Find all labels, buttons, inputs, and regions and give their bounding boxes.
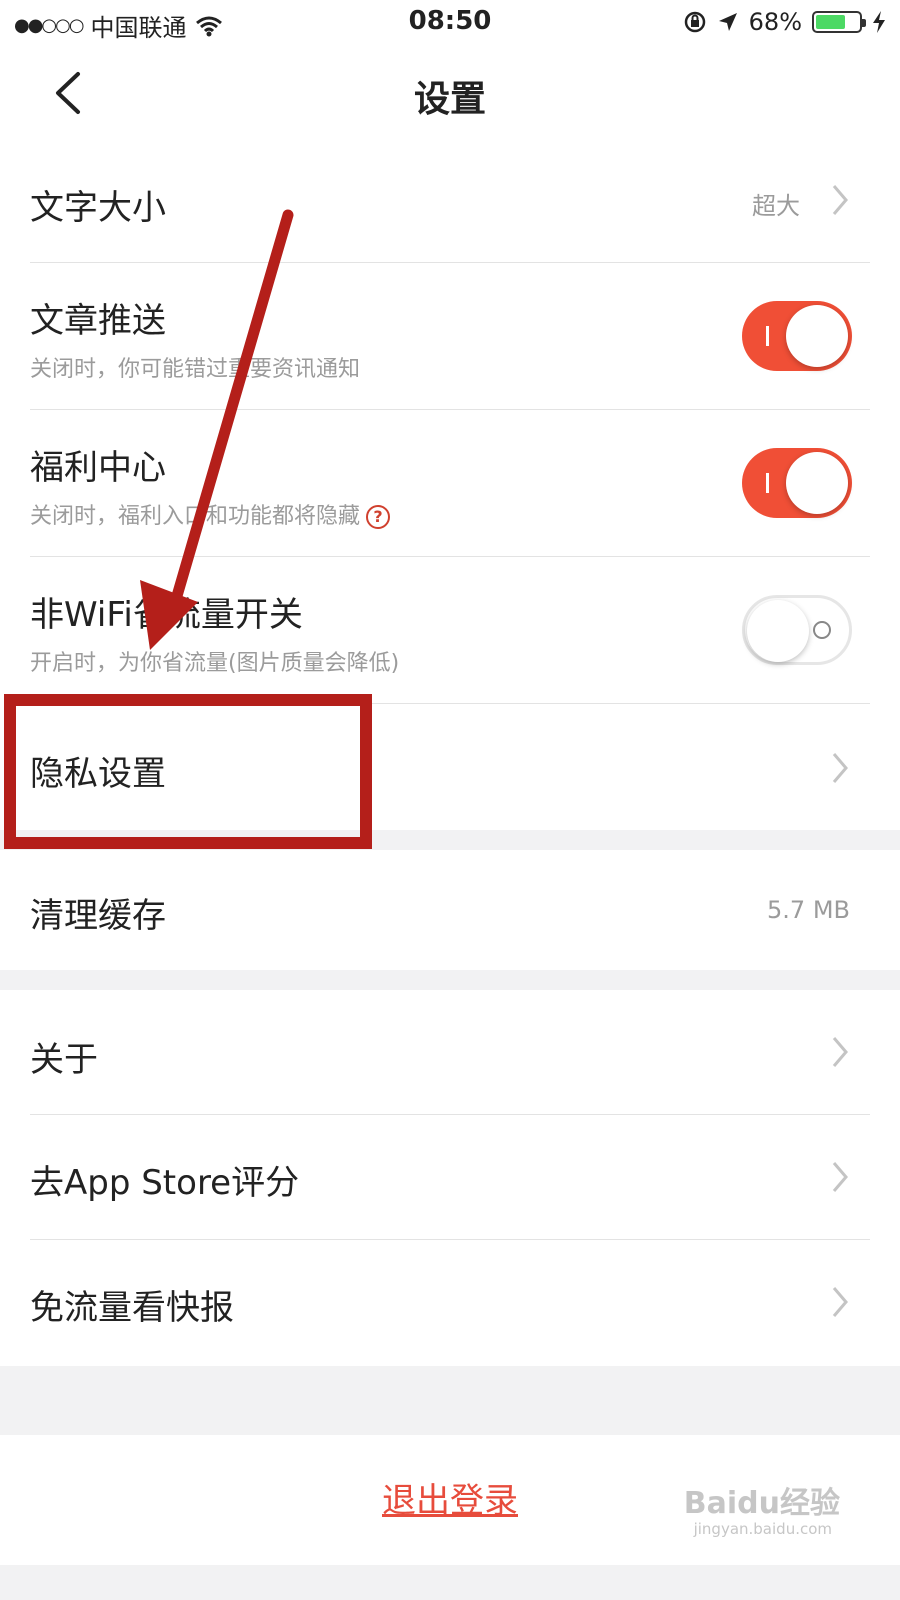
row-about[interactable]: 关于	[0, 990, 900, 1114]
row-welfare-center: 福利中心 关闭时，福利入口和功能都将隐藏?	[0, 410, 900, 556]
chevron-right-icon	[832, 1162, 848, 1192]
settings-group-cache: 清理缓存 5.7 MB	[0, 850, 900, 970]
location-arrow-icon	[718, 13, 737, 31]
about-label: 关于	[30, 1040, 98, 1080]
data-saver-toggle[interactable]	[742, 595, 852, 665]
free-data-label: 免流量看快报	[30, 1288, 234, 1328]
chevron-right-icon	[832, 1287, 848, 1317]
chevron-right-icon	[832, 753, 848, 783]
battery-percent: 68%	[748, 8, 802, 36]
annotation-highlight-box	[4, 694, 372, 849]
rotation-lock-icon	[684, 11, 705, 33]
navigation-bar: 设置	[0, 46, 900, 138]
row-clear-cache[interactable]: 清理缓存 5.7 MB	[0, 850, 900, 970]
chevron-right-icon	[832, 1037, 848, 1067]
settings-group-misc: 关于 去App Store评分 免流量看快报	[0, 990, 900, 1366]
row-free-data[interactable]: 免流量看快报	[0, 1240, 900, 1366]
row-font-size[interactable]: 文字大小 超大	[0, 138, 900, 262]
welfare-center-toggle[interactable]	[742, 448, 852, 518]
font-size-value: 超大	[752, 192, 800, 220]
page-title: 设置	[413, 79, 486, 120]
welfare-center-subtitle-wrap: 关闭时，福利入口和功能都将隐藏?	[30, 498, 391, 530]
toggle-on-mark	[766, 326, 769, 346]
battery-fill	[816, 15, 845, 29]
watermark-url: jingyan.baidu.com	[693, 1520, 832, 1538]
toggle-knob	[747, 600, 809, 662]
data-saver-label: 非WiFi省流量开关	[30, 595, 303, 635]
toggle-off-mark	[813, 621, 831, 639]
data-saver-subtitle: 开启时，为你省流量(图片质量会降低)	[30, 651, 400, 676]
welfare-center-subtitle: 关闭时，福利入口和功能都将隐藏	[30, 504, 361, 529]
article-push-toggle[interactable]	[742, 301, 852, 371]
help-question-icon[interactable]: ?	[366, 505, 391, 529]
row-article-push: 文章推送 关闭时，你可能错过重要资讯通知	[0, 263, 900, 409]
toggle-on-mark	[766, 473, 769, 493]
rate-app-label: 去App Store评分	[30, 1163, 300, 1203]
row-rate-app[interactable]: 去App Store评分	[0, 1115, 900, 1239]
row-data-saver: 非WiFi省流量开关 开启时，为你省流量(图片质量会降低)	[0, 557, 900, 703]
welfare-center-label: 福利中心	[30, 448, 166, 488]
clear-cache-label: 清理缓存	[30, 896, 166, 936]
toggle-knob	[786, 305, 848, 367]
battery-icon	[812, 11, 866, 33]
article-push-subtitle: 关闭时，你可能错过重要资讯通知	[30, 357, 361, 382]
watermark-brand: Baidu经验	[683, 1486, 840, 1521]
charging-bolt-icon	[873, 11, 885, 33]
cache-size-value: 5.7 MB	[767, 896, 850, 924]
font-size-label: 文字大小	[30, 188, 166, 228]
status-right: 68%	[683, 8, 886, 36]
status-bar: ●●○○○ 中国联通 08:50 68%	[0, 0, 900, 46]
article-push-label: 文章推送	[30, 301, 166, 341]
chevron-right-icon	[832, 185, 848, 215]
toggle-knob	[786, 452, 848, 514]
